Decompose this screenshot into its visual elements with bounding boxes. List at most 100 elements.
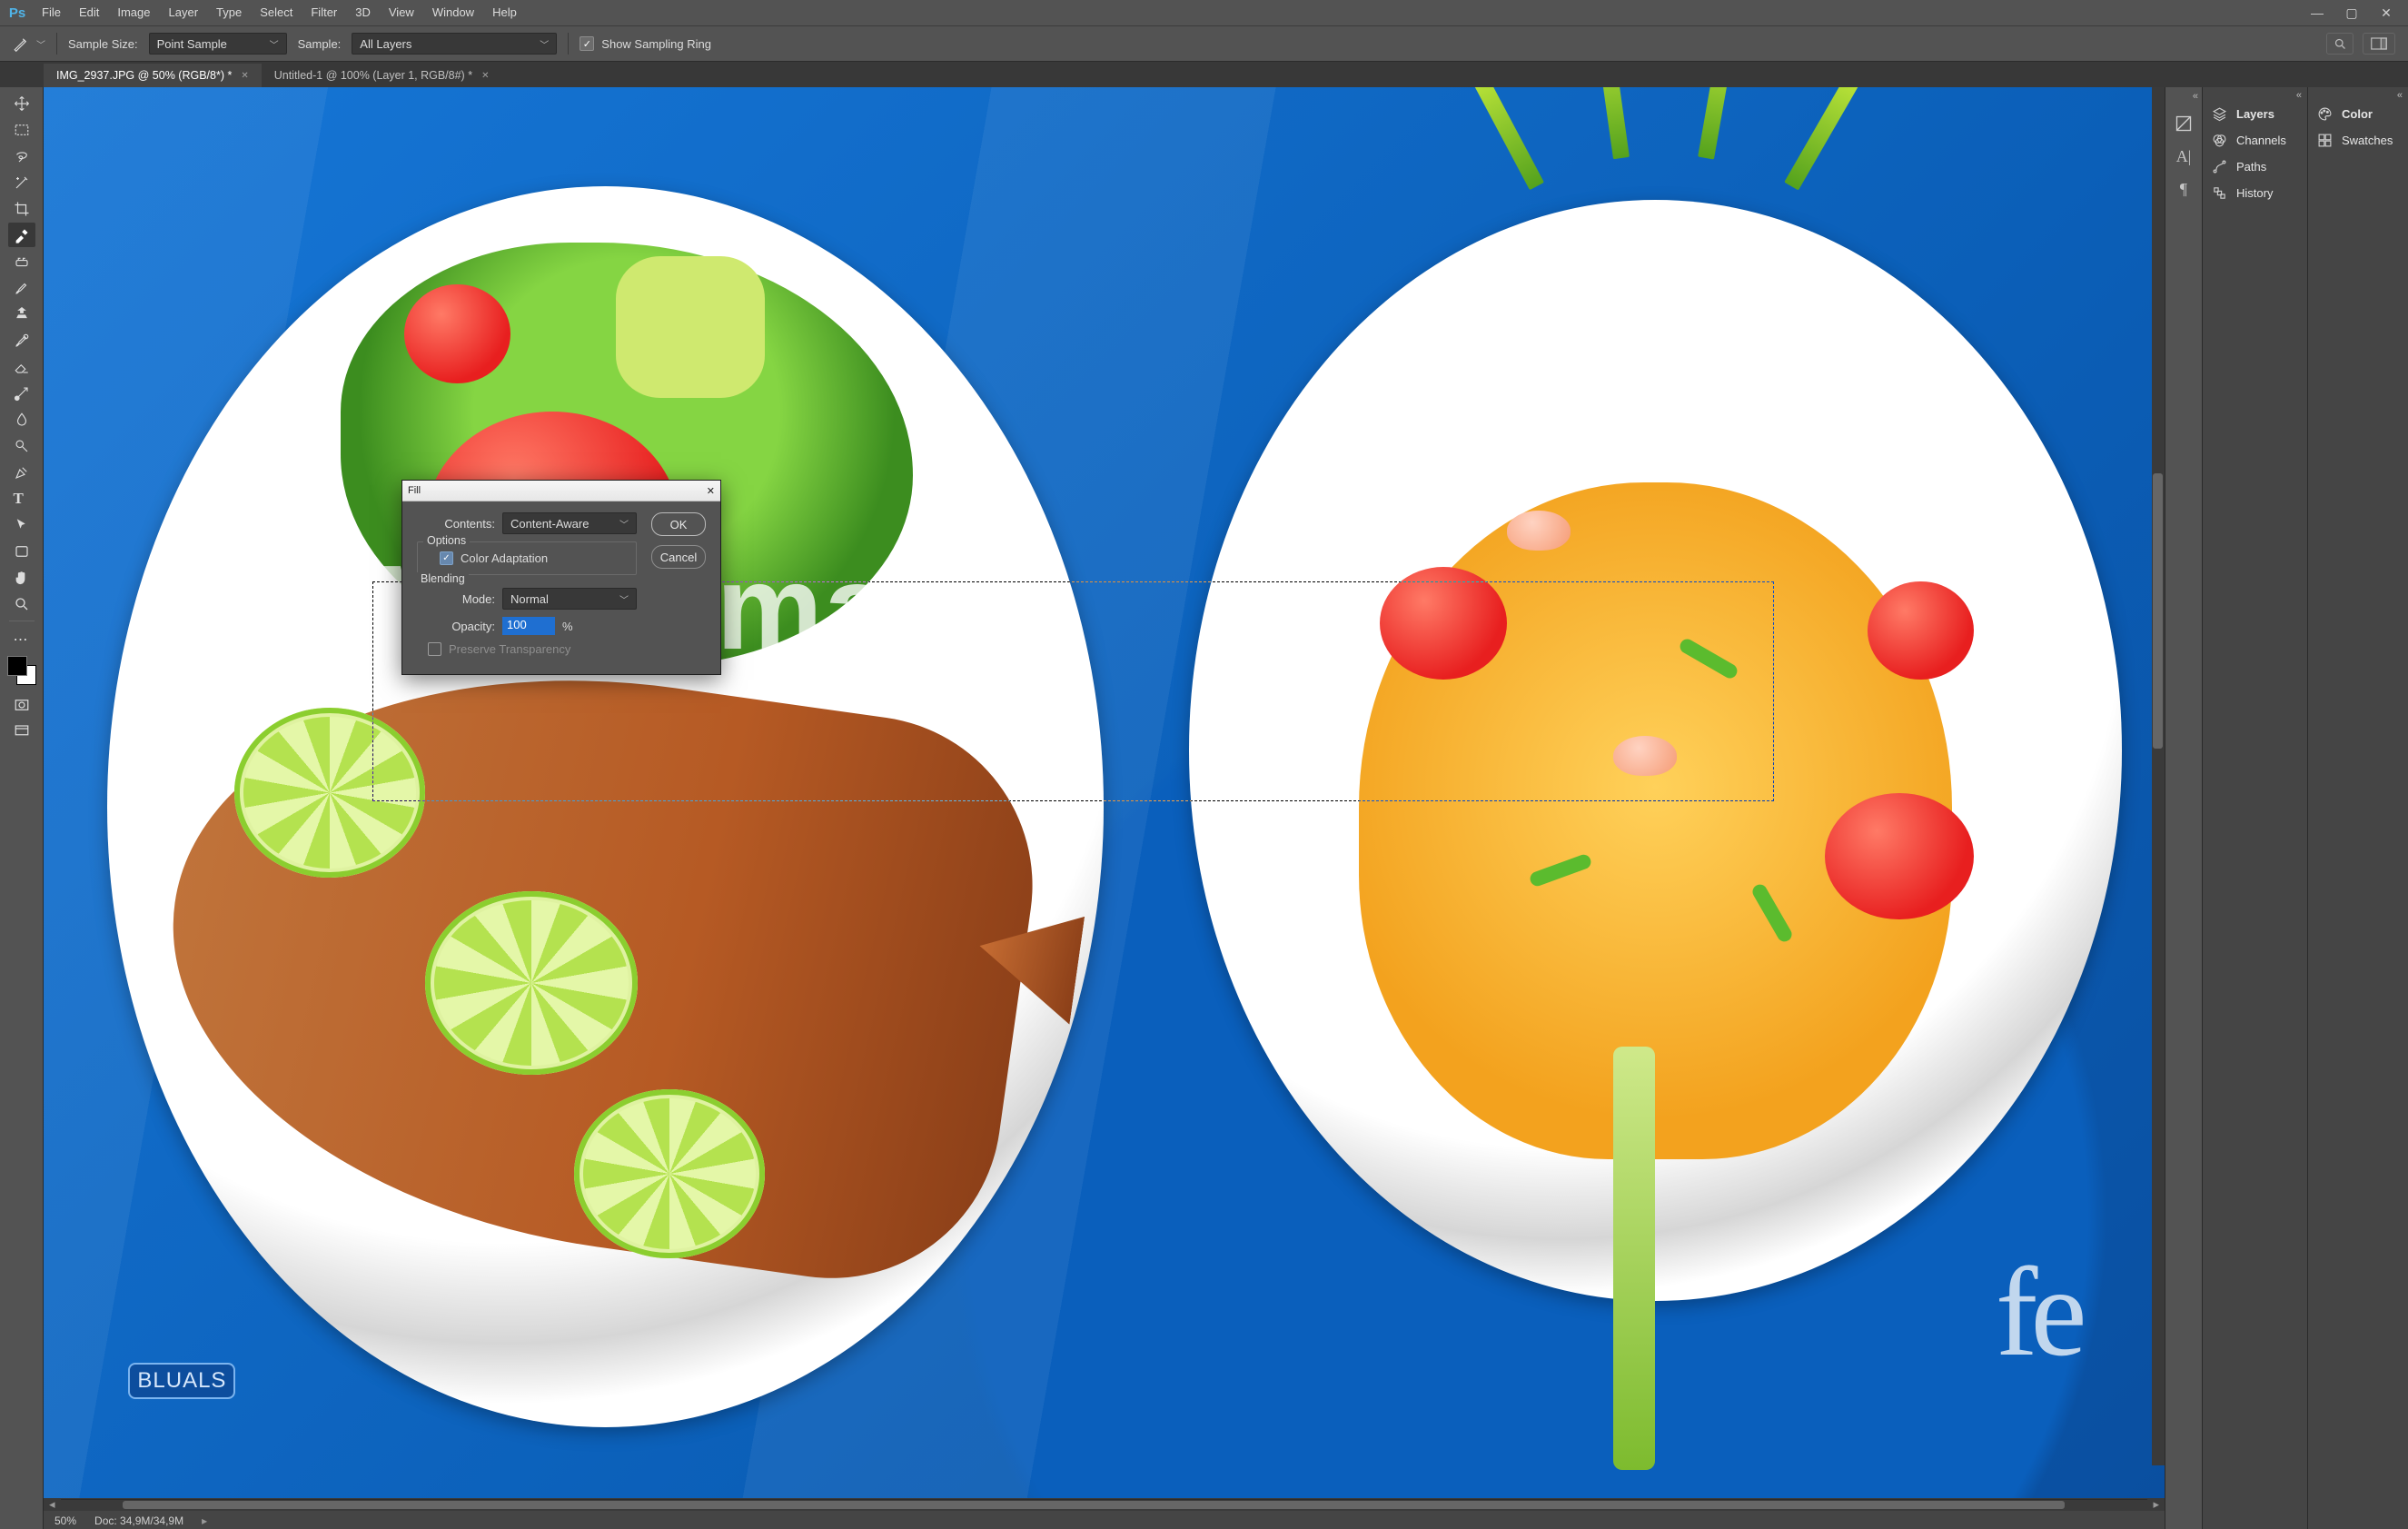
menu-view[interactable]: View bbox=[380, 2, 423, 24]
tool-preset-chevron-icon[interactable]: ﹀ bbox=[36, 37, 45, 51]
crop-tool[interactable] bbox=[8, 196, 35, 221]
document-tab-1-title: IMG_2937.JPG @ 50% (RGB/8*) * bbox=[56, 69, 232, 82]
menu-filter[interactable]: Filter bbox=[302, 2, 346, 24]
menu-edit[interactable]: Edit bbox=[70, 2, 108, 24]
quick-mask-button[interactable] bbox=[8, 692, 35, 717]
menu-window[interactable]: Window bbox=[423, 2, 483, 24]
color-adaptation-label: Color Adaptation bbox=[461, 551, 548, 565]
menu-select[interactable]: Select bbox=[251, 2, 302, 24]
window-close-button[interactable]: ✕ bbox=[2373, 5, 2399, 21]
history-brush-tool[interactable] bbox=[8, 328, 35, 352]
color-icon bbox=[2317, 106, 2333, 122]
tools-panel: T ⋯ bbox=[0, 87, 44, 1529]
sample-size-select[interactable]: Point Sample﹀ bbox=[149, 33, 287, 55]
window-maximize-button[interactable]: ▢ bbox=[2339, 5, 2364, 21]
preserve-transparency-option: Preserve Transparency bbox=[417, 642, 637, 656]
panel-paths[interactable]: Paths bbox=[2203, 154, 2307, 180]
status-zoom[interactable]: 50% bbox=[55, 1514, 76, 1527]
fill-contents-select[interactable]: Content-Aware﹀ bbox=[502, 512, 637, 534]
collapse-panels-icon[interactable]: « bbox=[2193, 91, 2202, 102]
zoom-tool[interactable] bbox=[8, 591, 35, 616]
gradient-tool[interactable] bbox=[8, 381, 35, 405]
eyedropper-tool[interactable] bbox=[8, 223, 35, 247]
fill-dialog-close-icon[interactable]: ✕ bbox=[707, 485, 715, 497]
mini-panel-character-icon[interactable]: A| bbox=[2173, 145, 2195, 167]
fill-dialog-title: Fill bbox=[408, 485, 421, 496]
panel-swatches[interactable]: Swatches bbox=[2308, 127, 2408, 154]
fill-mode-value: Normal bbox=[510, 592, 549, 606]
magic-wand-tool[interactable] bbox=[8, 170, 35, 194]
lasso-tool[interactable] bbox=[8, 144, 35, 168]
status-flyout-icon[interactable]: ▸ bbox=[202, 1514, 207, 1527]
color-swatches[interactable] bbox=[7, 656, 36, 685]
mini-panel-paragraph-icon[interactable]: ¶ bbox=[2173, 178, 2195, 200]
menu-type[interactable]: Type bbox=[207, 2, 251, 24]
eyedropper-tool-preset-icon[interactable] bbox=[13, 35, 29, 52]
show-sampling-ring-checkbox[interactable]: ✓ bbox=[580, 36, 594, 51]
horizontal-scrollbar[interactable]: ◂ ▸ bbox=[44, 1498, 2165, 1511]
close-tab-2-icon[interactable]: ✕ bbox=[481, 71, 489, 81]
fill-contents-label: Contents: bbox=[417, 517, 495, 531]
marquee-tool[interactable] bbox=[8, 117, 35, 142]
fill-ok-button[interactable]: OK bbox=[651, 512, 706, 536]
search-button[interactable] bbox=[2326, 33, 2353, 55]
color-adaptation-checkbox[interactable]: ✓ bbox=[440, 551, 453, 565]
vertical-scrollbar[interactable] bbox=[2152, 87, 2165, 1465]
panel-paths-label: Paths bbox=[2236, 160, 2266, 174]
document-tab-2[interactable]: Untitled-1 @ 100% (Layer 1, RGB/8#) * ✕ bbox=[262, 64, 502, 87]
workspace-switcher-button[interactable] bbox=[2363, 33, 2395, 55]
image-cucumber bbox=[616, 256, 764, 397]
pen-tool[interactable] bbox=[8, 460, 35, 484]
edit-toolbar-button[interactable]: ⋯ bbox=[8, 626, 35, 650]
document-tab-1[interactable]: IMG_2937.JPG @ 50% (RGB/8*) * ✕ bbox=[44, 64, 262, 87]
panel-layers[interactable]: Layers bbox=[2203, 101, 2307, 127]
fill-blending-legend: Blending bbox=[417, 572, 469, 585]
app-logo: Ps bbox=[2, 0, 33, 25]
paths-icon bbox=[2212, 159, 2227, 174]
menu-image[interactable]: Image bbox=[108, 2, 159, 24]
document-canvas[interactable]: BLUALS fe bbox=[44, 87, 2165, 1498]
foreground-color-swatch[interactable] bbox=[7, 656, 27, 676]
preserve-transparency-checkbox bbox=[428, 642, 441, 656]
menu-file[interactable]: File bbox=[33, 2, 70, 24]
close-tab-1-icon[interactable]: ✕ bbox=[241, 71, 248, 81]
clone-stamp-tool[interactable] bbox=[8, 302, 35, 326]
status-bar: 50% Doc: 34,9M/34,9M ▸ bbox=[44, 1511, 2165, 1529]
hand-tool[interactable] bbox=[8, 565, 35, 590]
chevron-down-icon: ﹀ bbox=[619, 592, 629, 606]
dodge-tool[interactable] bbox=[8, 433, 35, 458]
layers-icon bbox=[2212, 106, 2227, 122]
move-tool[interactable] bbox=[8, 91, 35, 115]
menu-3d[interactable]: 3D bbox=[346, 2, 380, 24]
panel-history[interactable]: History bbox=[2203, 180, 2307, 206]
chevron-down-icon: ﹀ bbox=[540, 37, 549, 51]
panel-color[interactable]: Color bbox=[2308, 101, 2408, 127]
sample-select[interactable]: All Layers﹀ bbox=[352, 33, 557, 55]
menu-help[interactable]: Help bbox=[483, 2, 526, 24]
path-selection-tool[interactable] bbox=[8, 512, 35, 537]
collapsed-panel-strip: « A| ¶ bbox=[2165, 87, 2202, 1529]
type-tool[interactable]: T bbox=[8, 486, 35, 511]
healing-brush-tool[interactable] bbox=[8, 249, 35, 273]
shape-tool[interactable] bbox=[8, 539, 35, 563]
status-doc-size[interactable]: Doc: 34,9M/34,9M bbox=[94, 1514, 183, 1527]
window-minimize-button[interactable]: — bbox=[2304, 5, 2330, 21]
brush-tool[interactable] bbox=[8, 275, 35, 300]
mini-panel-adjustments-icon[interactable] bbox=[2173, 113, 2195, 134]
panel-channels[interactable]: Channels bbox=[2203, 127, 2307, 154]
panel-history-label: History bbox=[2236, 186, 2273, 200]
panel2-collapse-icon[interactable]: « bbox=[2308, 87, 2408, 101]
workspace: T ⋯ BLUALS fe bbox=[0, 87, 2408, 1529]
document-image: BLUALS fe bbox=[44, 87, 2165, 1498]
fill-cancel-button[interactable]: Cancel bbox=[651, 545, 706, 569]
show-sampling-ring-option[interactable]: ✓ Show Sampling Ring bbox=[580, 36, 711, 51]
eraser-tool[interactable] bbox=[8, 354, 35, 379]
blur-tool[interactable] bbox=[8, 407, 35, 432]
screen-mode-button[interactable] bbox=[8, 719, 35, 743]
fill-opacity-input[interactable]: 100 bbox=[502, 617, 555, 635]
menu-layer[interactable]: Layer bbox=[160, 2, 208, 24]
fill-mode-select[interactable]: Normal ﹀ bbox=[502, 588, 637, 610]
color-adaptation-option[interactable]: ✓ Color Adaptation bbox=[427, 551, 627, 565]
sample-label: Sample: bbox=[298, 37, 342, 51]
panel1-collapse-icon[interactable]: « bbox=[2203, 87, 2307, 101]
